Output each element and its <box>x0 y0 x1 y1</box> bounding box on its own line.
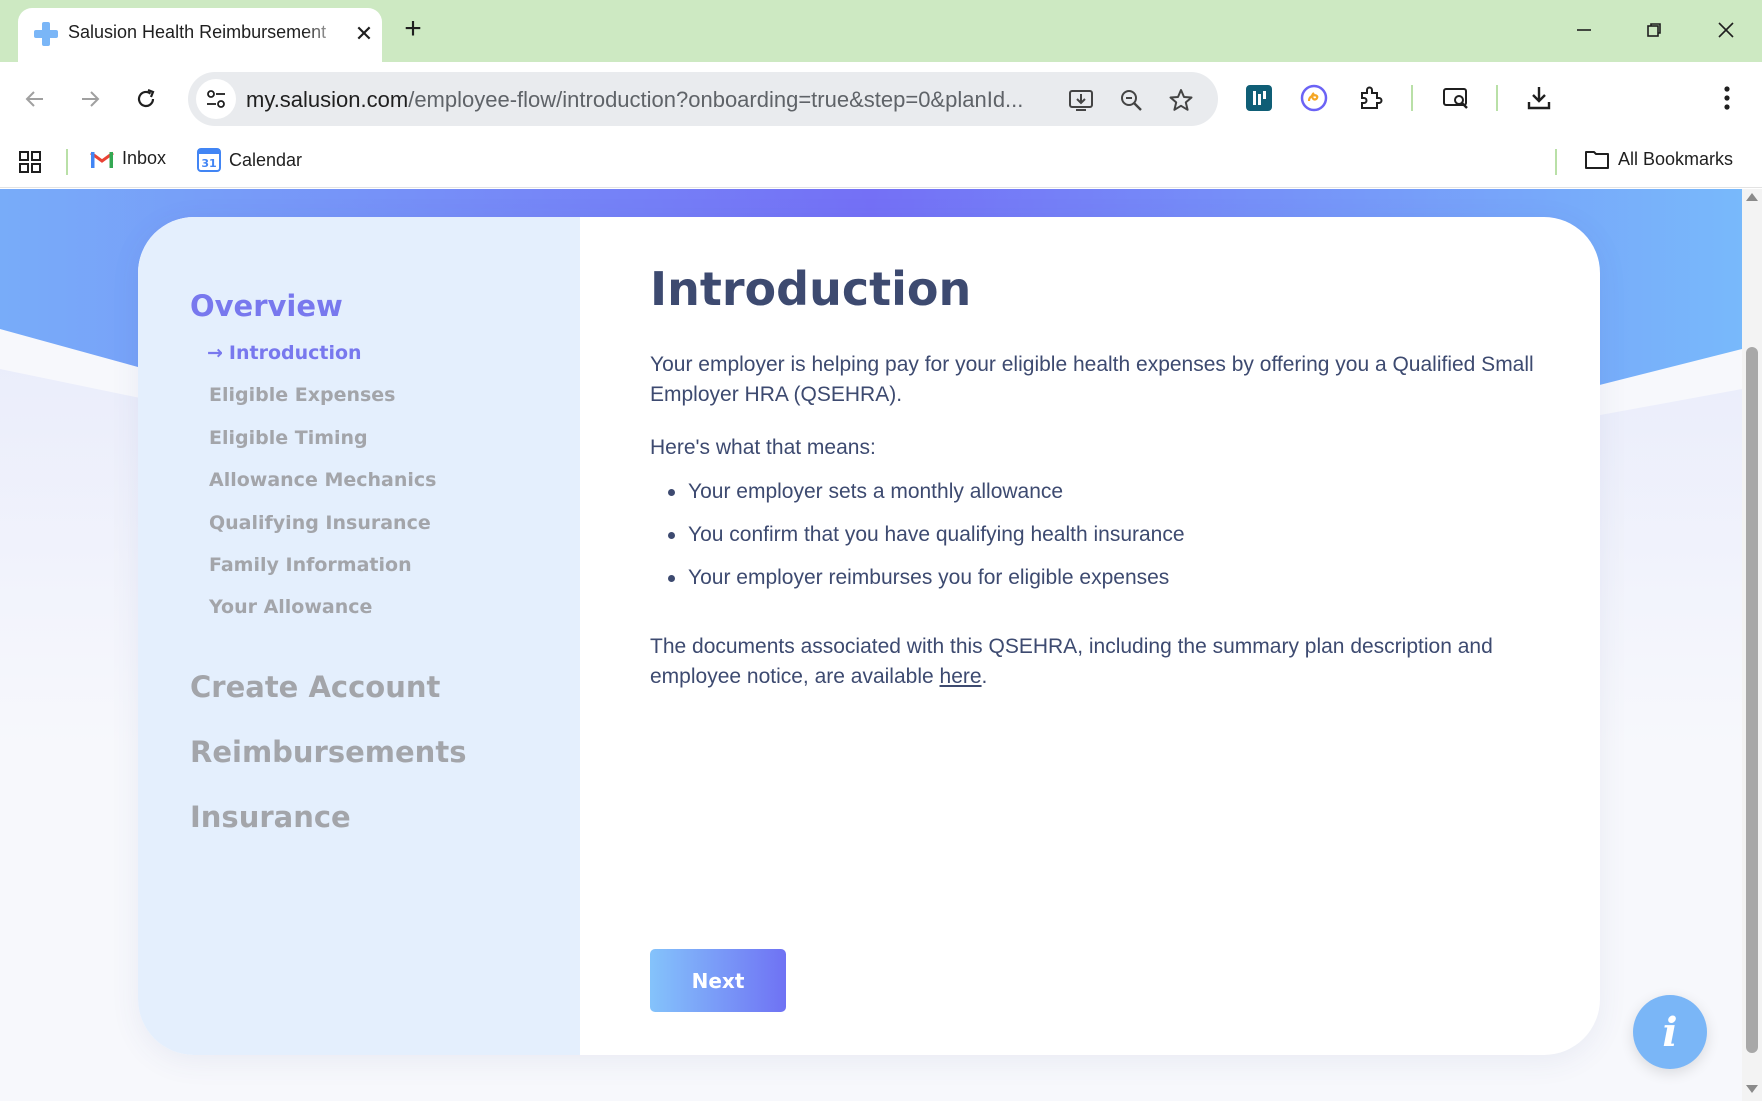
bookmarks-separator <box>66 149 68 175</box>
reload-icon[interactable] <box>127 80 165 118</box>
toolbar-separator <box>1496 85 1498 111</box>
all-bookmarks[interactable]: All Bookmarks <box>1584 148 1733 170</box>
tab-strip: Salusion Health Reimbursement ✕ + <box>0 0 1762 62</box>
url-host: my.salusion.com <box>246 87 409 112</box>
bookmark-calendar[interactable]: 31 Calendar <box>197 148 302 172</box>
toolbar-separator <box>1411 85 1413 111</box>
scroll-down-arrow-icon[interactable] <box>1746 1085 1758 1093</box>
info-icon: i <box>1662 1008 1678 1056</box>
chrome-menu-icon[interactable] <box>1709 80 1745 116</box>
bullet-list: Your employer sets a monthly allowance Y… <box>650 477 1550 606</box>
folder-icon <box>1585 151 1609 169</box>
list-item: Your employer reimburses you for eligibl… <box>650 563 1550 593</box>
intro-paragraph: Your employer is helping pay for your el… <box>650 353 1534 406</box>
documents-link[interactable]: here <box>940 665 982 688</box>
tab-search-icon[interactable] <box>1438 80 1474 116</box>
new-tab-icon[interactable]: + <box>398 14 428 44</box>
sidebar-item-family-information[interactable]: Family Information <box>209 554 412 576</box>
url-text[interactable]: my.salusion.com/employee-flow/introducti… <box>246 87 1036 113</box>
page-viewport: Overview → Introduction Eligible Expenses… <box>0 189 1742 1101</box>
browser-tab[interactable]: Salusion Health Reimbursement ✕ <box>18 8 382 62</box>
arrow-right-icon: → <box>207 342 223 364</box>
next-button[interactable]: Next <box>650 949 786 1012</box>
restore-icon[interactable] <box>1634 12 1674 48</box>
gmail-icon <box>90 151 114 168</box>
main-content: Introduction Your employer is helping pa… <box>580 217 1600 1055</box>
calendar-day: 31 <box>201 157 216 170</box>
bookmarks-bar: Inbox 31 Calendar All Bookmarks <box>0 136 1762 188</box>
address-bar[interactable]: my.salusion.com/employee-flow/introducti… <box>188 72 1218 126</box>
scroll-up-arrow-icon[interactable] <box>1746 193 1758 201</box>
tab-close-icon[interactable]: ✕ <box>352 22 376 46</box>
onboarding-sidebar: Overview → Introduction Eligible Expenses… <box>138 217 580 1055</box>
bookmarks-separator <box>1555 149 1557 175</box>
page-title: Introduction <box>650 262 972 316</box>
documents-paragraph: The documents associated with this QSEHR… <box>650 632 1550 692</box>
sidebar-item-eligible-expenses[interactable]: Eligible Expenses <box>209 384 395 406</box>
google-calendar-icon: 31 <box>197 148 221 172</box>
back-icon[interactable] <box>16 80 54 118</box>
site-info-icon[interactable] <box>196 79 236 119</box>
sidebar-section-reimbursements[interactable]: Reimbursements <box>190 735 466 769</box>
sidebar-item-qualifying-insurance[interactable]: Qualifying Insurance <box>209 512 431 534</box>
close-window-icon[interactable] <box>1706 12 1746 48</box>
tab-title: Salusion Health Reimbursement <box>68 22 327 42</box>
bookmark-inbox[interactable]: Inbox <box>90 148 166 169</box>
all-bookmarks-label: All Bookmarks <box>1618 148 1734 169</box>
list-item: You confirm that you have qualifying hea… <box>650 520 1550 550</box>
sidebar-section-insurance[interactable]: Insurance <box>190 800 351 834</box>
salusion-favicon-icon <box>34 22 58 46</box>
documents-text: The documents associated with this QSEHR… <box>650 635 1493 688</box>
extensions-puzzle-icon[interactable] <box>1353 80 1389 116</box>
list-item: Your employer sets a monthly allowance <box>650 477 1550 507</box>
sidebar-item-eligible-timing[interactable]: Eligible Timing <box>209 427 368 449</box>
apps-grid-icon[interactable] <box>18 150 42 174</box>
sidebar-item-introduction[interactable]: → Introduction <box>207 342 362 364</box>
info-button[interactable]: i <box>1633 995 1707 1069</box>
page-scrollbar[interactable] <box>1742 189 1762 1101</box>
minimize-icon[interactable] <box>1564 12 1604 48</box>
documents-period: . <box>981 665 988 688</box>
download-icon[interactable] <box>1521 80 1557 116</box>
url-path: /employee-flow/introduction?onboarding=t… <box>408 87 1024 112</box>
extension-icon[interactable] <box>1241 80 1277 116</box>
scroll-thumb[interactable] <box>1746 347 1758 1053</box>
bookmark-label: Inbox <box>122 148 167 168</box>
sidebar-item-label: Introduction <box>228 342 362 364</box>
means-label: Here's what that means: <box>650 436 876 459</box>
sidebar-item-your-allowance[interactable]: Your Allowance <box>209 596 372 618</box>
bookmark-star-icon[interactable] <box>1166 85 1196 115</box>
bookmark-label: Calendar <box>229 149 303 170</box>
sidebar-section-overview[interactable]: Overview <box>190 289 343 323</box>
zoom-icon[interactable] <box>1116 85 1146 115</box>
install-app-icon[interactable] <box>1066 85 1096 115</box>
forward-icon[interactable] <box>71 80 109 118</box>
onboarding-card: Overview → Introduction Eligible Expenses… <box>138 217 1600 1055</box>
sidebar-section-create-account[interactable]: Create Account <box>190 670 440 704</box>
sidebar-item-allowance-mechanics[interactable]: Allowance Mechanics <box>209 469 436 491</box>
extension-swirl-icon[interactable] <box>1296 80 1332 116</box>
